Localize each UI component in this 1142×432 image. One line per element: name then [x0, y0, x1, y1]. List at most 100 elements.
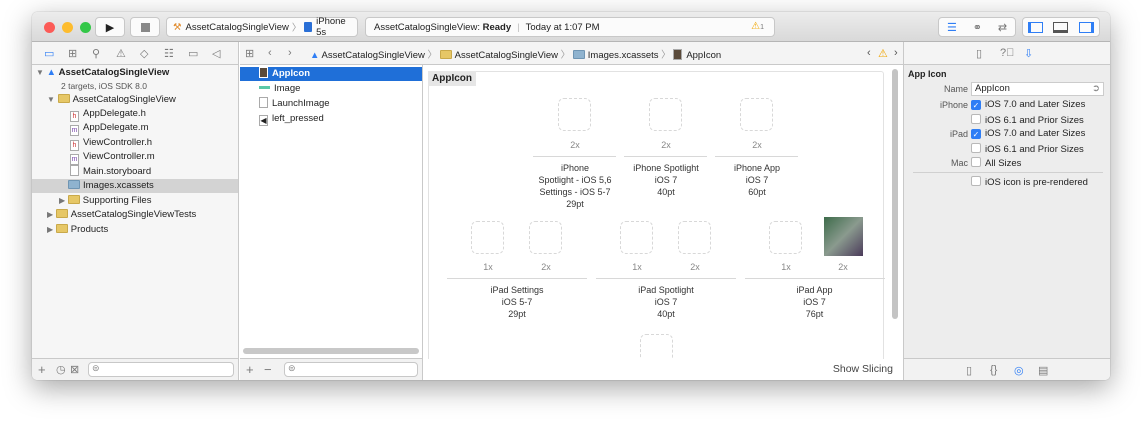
standard-editor-icon[interactable]: ☰ — [947, 21, 957, 34]
attributes-inspector-icon[interactable]: ⇩ — [1024, 47, 1033, 60]
quick-help-icon[interactable]: ?⃝ — [1000, 47, 1014, 59]
forward-icon[interactable]: › — [288, 47, 292, 59]
slot-group-label: iPhone App iOS 7 60pt — [707, 162, 807, 198]
app-icon-image[interactable] — [824, 217, 863, 256]
tree-item[interactable]: ▼ AssetCatalogSingleView — [47, 93, 176, 107]
icon-slot[interactable] — [769, 221, 802, 254]
asset-filter-input[interactable]: ⊜ — [284, 362, 418, 377]
implementation-file-icon: m — [70, 154, 79, 165]
label-line: 29pt — [508, 309, 526, 319]
remove-asset-icon[interactable]: − — [264, 362, 272, 377]
checkbox-label: iOS 7.0 and Later Sizes — [985, 99, 1086, 110]
minimize-button[interactable] — [62, 22, 73, 33]
project-name: AssetCatalogSingleView — [58, 67, 170, 78]
recent-files-icon[interactable]: ◷ — [56, 363, 66, 376]
scale-label: 2x — [752, 140, 762, 150]
version-editor-icon[interactable]: ⇄ — [998, 21, 1007, 34]
scale-label: 2x — [838, 262, 848, 272]
tree-item[interactable]: ▶ Products — [47, 223, 108, 237]
vertical-scrollbar[interactable] — [892, 69, 898, 319]
ipad-ios6-checkbox[interactable]: iOS 6.1 and Prior Sizes — [971, 143, 1084, 155]
find-navigator-icon[interactable]: ⚲ — [92, 47, 100, 60]
debug-toggle-icon[interactable] — [1053, 21, 1069, 33]
breakpoint-navigator-icon[interactable]: ▭ — [188, 47, 198, 60]
horizontal-scrollbar[interactable] — [243, 348, 419, 354]
asset-item[interactable]: LaunchImage — [259, 97, 330, 111]
iphone-ios6-checkbox[interactable]: iOS 6.1 and Prior Sizes — [971, 114, 1084, 126]
breadcrumb-item[interactable]: AppIcon — [686, 50, 721, 61]
icon-slot[interactable] — [678, 221, 711, 254]
icon-slot[interactable] — [529, 221, 562, 254]
tree-item[interactable]: m AppDelegate.m — [70, 121, 148, 136]
go-arrow-icon[interactable]: ➲ — [1092, 83, 1100, 95]
asset-item[interactable]: ◀ left_pressed — [259, 112, 324, 126]
asset-item-selected[interactable]: AppIcon — [240, 67, 422, 81]
file-inspector-icon[interactable]: ▯ — [976, 47, 982, 60]
close-button[interactable] — [44, 22, 55, 33]
tree-item[interactable]: h ViewController.h — [70, 136, 152, 151]
symbol-navigator-icon[interactable]: ⊞ — [68, 47, 77, 60]
show-slicing-button[interactable]: Show Slicing — [833, 363, 893, 375]
asset-item[interactable]: Image — [259, 82, 300, 96]
object-library-icon[interactable]: ◎ — [1014, 364, 1024, 377]
project-navigator-icon[interactable]: ▭ — [44, 47, 54, 60]
zoom-button[interactable] — [80, 22, 91, 33]
icon-slot[interactable] — [740, 98, 773, 131]
add-asset-icon[interactable]: + — [246, 362, 254, 377]
iphone-ios7-checkbox[interactable]: ✓ iOS 7.0 and Later Sizes — [971, 99, 1085, 110]
tree-item[interactable]: ▶ AssetCatalogSingleViewTests — [47, 208, 196, 222]
tree-item[interactable]: Main.storyboard — [70, 165, 151, 179]
back-icon[interactable]: ‹ — [268, 47, 272, 59]
ipad-ios7-checkbox[interactable]: ✓ iOS 7.0 and Later Sizes — [971, 128, 1085, 139]
status-time: Today at 1:07 PM — [525, 21, 600, 33]
filter-input[interactable]: ⊜ — [88, 362, 234, 377]
test-navigator-icon[interactable]: ◇ — [140, 47, 148, 60]
warning-badge[interactable]: ⚠1 — [751, 21, 764, 32]
tree-item[interactable]: m ViewController.m — [70, 150, 155, 165]
tree-item-label: Images.xcassets — [83, 180, 154, 191]
assistant-editor-icon[interactable]: ⚭ — [973, 21, 982, 34]
label-line: iPad Settings — [490, 285, 544, 295]
run-button[interactable]: ▶ — [95, 17, 125, 37]
utilities-toggle-icon[interactable] — [1078, 21, 1094, 33]
toolbar: ▶ ⚒ AssetCatalogSingleView 〉 iPhone 5s Asse… — [32, 12, 1110, 42]
asset-list-bar: + − ⊜ — [240, 358, 423, 380]
asset-canvas: AppIcon 2x iPhone Spotlight - iOS 5,6 Setti… — [423, 65, 903, 380]
asset-label: AppIcon — [272, 68, 310, 79]
warning-icon[interactable]: ⚠ — [878, 47, 888, 60]
previous-issue-icon[interactable]: ‹ — [867, 47, 871, 59]
icon-slot[interactable] — [471, 221, 504, 254]
mac-all-sizes-checkbox[interactable]: All Sizes — [971, 157, 1021, 169]
log-navigator-icon[interactable]: ◁ — [212, 47, 220, 60]
stop-button[interactable] — [130, 17, 160, 37]
scheme-selector[interactable]: ⚒ AssetCatalogSingleView 〉 iPhone 5s — [166, 16, 358, 38]
label-line: 60pt — [748, 187, 766, 197]
issue-navigator-icon[interactable]: ⚠ — [116, 47, 126, 60]
icon-slot[interactable] — [649, 98, 682, 131]
tree-item-selected[interactable]: Images.xcassets — [32, 179, 238, 193]
source-control-filter-icon[interactable]: ⊠ — [70, 363, 79, 376]
tree-item[interactable]: ▶ Supporting Files — [59, 194, 151, 208]
navigator-toggle-icon[interactable] — [1028, 21, 1044, 33]
label-line: Spotlight - iOS 5,6 — [538, 175, 612, 185]
add-icon[interactable]: + — [38, 362, 46, 377]
name-field[interactable]: AppIcon ➲ — [971, 82, 1104, 96]
checkbox-label: iOS icon is pre-rendered — [985, 177, 1088, 188]
scale-label: 2x — [690, 262, 700, 272]
icon-slot[interactable] — [558, 98, 591, 131]
debug-navigator-icon[interactable]: ☷ — [164, 47, 174, 60]
breadcrumb-item[interactable]: Images.xcassets — [588, 50, 659, 61]
ipad-label: iPad — [949, 129, 968, 139]
breadcrumb-item[interactable]: AssetCatalogSingleView — [455, 50, 558, 61]
code-snippet-icon[interactable]: {} — [990, 364, 997, 376]
related-items-icon[interactable]: ⊞ — [245, 47, 254, 60]
next-issue-icon[interactable]: › — [894, 47, 898, 59]
breadcrumb-item[interactable]: AssetCatalogSingleView — [322, 50, 425, 61]
file-template-icon[interactable]: ▯ — [966, 364, 972, 377]
asset-list: AppIcon Image LaunchImage ◀ left_pressed — [240, 65, 423, 358]
media-library-icon[interactable]: ▤ — [1038, 364, 1048, 377]
status-state: Ready — [482, 21, 512, 33]
tree-item[interactable]: h AppDelegate.h — [70, 107, 146, 122]
icon-slot[interactable] — [620, 221, 653, 254]
prerendered-checkbox[interactable]: iOS icon is pre-rendered — [971, 176, 1088, 188]
